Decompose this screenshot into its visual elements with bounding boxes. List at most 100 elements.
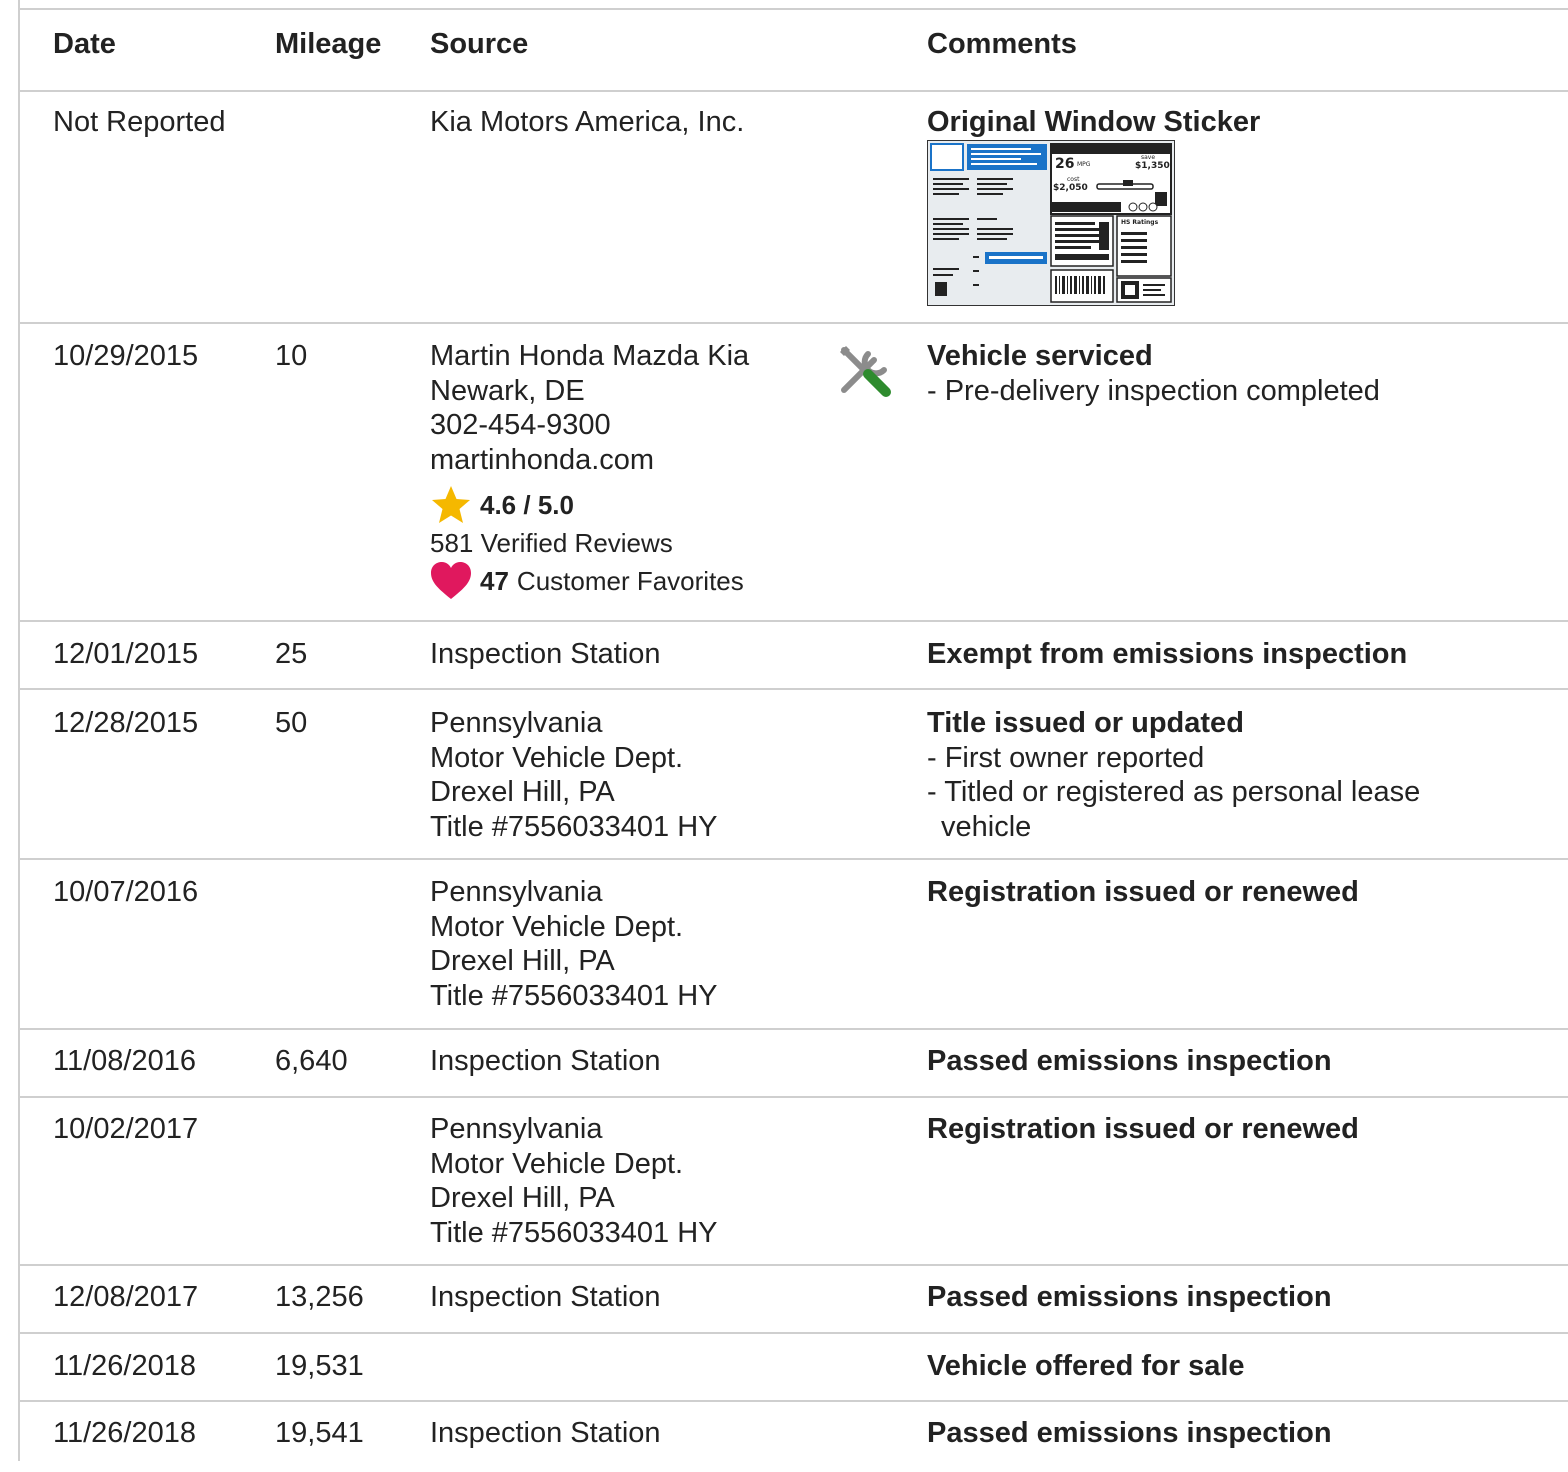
row-comments[interactable]: Original Window Sticker [927,105,1260,140]
row-comments: Passed emissions inspection [927,1416,1332,1451]
sticker-mpg-unit: MPG [1077,161,1091,168]
sticker-mpg: 26 [1055,156,1074,172]
comment-title: Passed emissions inspection [927,1417,1332,1449]
row-date: 10/29/2015 [53,340,199,372]
row-date: 12/01/2015 [53,638,199,670]
service-tools-icon [840,346,891,397]
row-source: Inspection Station [430,1045,661,1077]
source-line: Motor Vehicle Dept. [430,1147,684,1180]
table-row: 12/01/2015 25 Inspection Station Exempt … [20,622,1568,690]
comment-title: Passed emissions inspection [927,1045,1332,1077]
row-mileage: 25 [275,638,308,670]
row-source: Inspection Station [430,638,661,670]
window-sticker-link[interactable]: Original Window Sticker [927,105,1260,140]
source-line: Title #7556033401 HY [430,810,718,843]
source-line: Pennsylvania [430,876,603,908]
sticker-save-amount: $1,350 [1135,161,1170,171]
row-date: 12/08/2017 [53,1281,199,1313]
comment-item: - Pre-delivery inspection completed [927,374,1380,407]
header-source: Source [430,28,529,60]
table-row: 10/02/2017 Pennsylvania Motor Vehicle De… [20,1098,1568,1266]
heart-icon [431,562,471,599]
dealer-name: Martin Honda Mazda Kia [430,340,750,372]
source-line: Drexel Hill, PA [430,945,615,977]
row-mileage: 19,541 [275,1417,364,1449]
row-source: Inspection Station [430,1281,661,1313]
row-date: 11/26/2018 [53,1417,196,1449]
row-mileage: 10 [275,340,308,372]
comment-title: Exempt from emissions inspection [927,638,1408,670]
table-row: 10/07/2016 Pennsylvania Motor Vehicle De… [20,860,1568,1030]
favorites-label: Customer Favorites [516,566,744,596]
comment-title: Registration issued or renewed [927,876,1359,908]
rating-value: 4.6 / 5.0 [480,490,574,520]
row-source: Pennsylvania Motor Vehicle Dept. Drexel … [430,1112,718,1250]
dealer-website-link[interactable]: martinhonda.com [430,443,749,478]
source-line: Kia Motors America, Inc. [430,106,745,138]
sticker-cost-label: cost [1067,176,1080,183]
sticker-save-label: save [1141,154,1155,161]
customer-favorites[interactable]: 47 Customer Favorites [430,561,749,601]
row-comments: Title issued or updated - First owner re… [927,706,1501,844]
source-line: Drexel Hill, PA [430,776,615,808]
service-icon-cell [838,344,894,409]
row-comments: Registration issued or renewed [927,1112,1359,1147]
row-comments: Vehicle serviced - Pre-delivery inspecti… [927,339,1501,408]
header-comments: Comments [927,28,1077,60]
row-source: Pennsylvania Motor Vehicle Dept. Drexel … [430,875,718,1013]
row-date: Not Reported [53,106,226,138]
table-row: 10/29/2015 10 Martin Honda Mazda Kia New… [20,324,1568,622]
comment-title: Title issued or updated [927,707,1244,739]
table-row: 11/26/2018 19,531 Vehicle offered for sa… [20,1334,1568,1402]
row-source: Pennsylvania Motor Vehicle Dept. Drexel … [430,706,718,844]
row-comments: Registration issued or renewed [927,875,1359,910]
source-line: Title #7556033401 HY [430,1216,718,1249]
comment-title: Vehicle serviced [927,340,1153,372]
row-mileage: 19,531 [275,1350,364,1382]
comment-title: Registration issued or renewed [927,1113,1359,1145]
comment-item: - First owner reported [927,741,1205,774]
table-row: 12/08/2017 13,256 Inspection Station Pas… [20,1266,1568,1334]
row-comments: Passed emissions inspection [927,1044,1332,1079]
header-mileage: Mileage [275,28,382,60]
history-table: Date Mileage Source Comments Not Reporte… [18,0,1568,1461]
row-source: Kia Motors America, Inc. [430,105,744,140]
comment-item: - Titled or registered as personal lease… [927,776,1421,843]
table-row: 11/26/2018 19,541 Inspection Station Pas… [20,1402,1568,1472]
row-date: 12/28/2015 [53,707,199,739]
header-date: Date [53,28,116,60]
comment-title: Passed emissions inspection [927,1281,1332,1313]
table-row: Not Reported Kia Motors America, Inc. Or… [20,92,1568,324]
table-row: 11/08/2016 6,640 Inspection Station Pass… [20,1030,1568,1098]
row-source: Inspection Station [430,1417,661,1449]
table-header-row: Date Mileage Source Comments [20,10,1568,92]
dealer-rating[interactable]: 4.6 / 5.0 [430,485,749,525]
favorites-count: 47 [480,566,509,596]
dealer-phone[interactable]: 302-454-9300 [430,408,749,443]
row-mileage: 6,640 [275,1045,348,1077]
sticker-ratings-label: HS Ratings [1121,219,1159,226]
row-comments: Passed emissions inspection [927,1280,1332,1315]
row-comments: Vehicle offered for sale [927,1349,1245,1384]
source-line: Drexel Hill, PA [430,1182,615,1214]
row-mileage: 13,256 [275,1281,364,1313]
source-line: Pennsylvania [430,707,603,739]
review-count-link[interactable]: 581 Verified Reviews [430,525,749,561]
star-icon [432,486,470,523]
dealer-location: Newark, DE [430,374,585,407]
comment-title: Vehicle offered for sale [927,1350,1245,1382]
row-comments: Exempt from emissions inspection [927,637,1407,672]
row-source: Martin Honda Mazda Kia Newark, DE 302-45… [430,339,749,601]
window-sticker-thumbnail[interactable]: 26 MPG save $1,350 cost $2,050 HS Rating… [927,140,1175,306]
row-mileage: 50 [275,707,308,739]
row-date: 11/08/2016 [53,1045,196,1077]
sticker-cost-amount: $2,050 [1053,183,1088,193]
source-line: Pennsylvania [430,1113,603,1145]
row-date: 10/07/2016 [53,876,199,908]
table-row: 12/28/2015 50 Pennsylvania Motor Vehicle… [20,690,1568,860]
source-line: Title #7556033401 HY [430,979,718,1012]
source-line: Motor Vehicle Dept. [430,741,684,774]
row-date: 10/02/2017 [53,1113,199,1145]
row-date: 11/26/2018 [53,1350,196,1382]
source-line: Motor Vehicle Dept. [430,910,684,943]
